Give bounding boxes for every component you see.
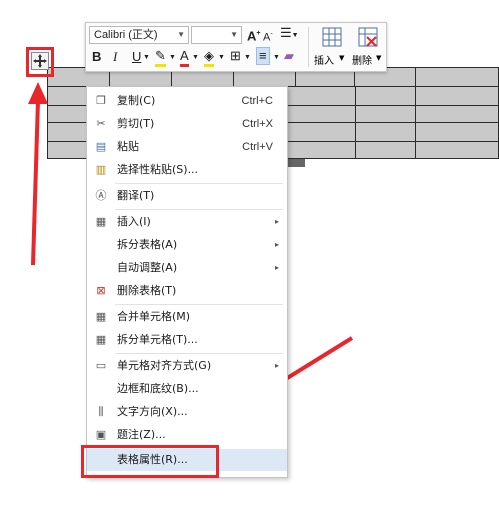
bold-button[interactable]: B (92, 49, 101, 65)
menu-item-paste[interactable]: ▤ 粘贴 Ctrl+V (87, 136, 287, 158)
line-spacing-button[interactable]: ☰▼ (280, 25, 299, 44)
table-insert-icon: ▦ (95, 215, 107, 228)
menu-separator (115, 209, 283, 210)
context-menu: ❐ 复制(C) Ctrl+C ✂ 剪切(T) Ctrl+X ▤ 粘贴 Ctrl+… (86, 86, 288, 478)
chevron-down-icon[interactable]: ▼ (192, 50, 199, 66)
mini-toolbar: Calibri (正文) ▼ ▼ A+ A- ☰▼ B I U ▼ ✎ ▼ A … (85, 22, 387, 72)
merge-cells-icon: ▦ (95, 310, 107, 323)
submenu-arrow-icon: ▸ (274, 361, 279, 370)
chevron-down-icon[interactable]: ▼ (244, 50, 251, 66)
chevron-down-icon: ▼ (230, 30, 238, 39)
highlight-pen-icon[interactable]: ✎ (155, 48, 166, 67)
delete-table-icon: ⊠ (96, 284, 106, 297)
insert-button[interactable]: 插入 ▼ (314, 25, 350, 69)
italic-button[interactable]: I (113, 49, 117, 65)
chevron-down-icon: ▼ (376, 54, 382, 62)
paste-special-icon: ▥ (95, 163, 107, 176)
highlight-box-table-properties (81, 445, 219, 478)
chevron-down-icon: ▼ (177, 30, 185, 39)
borders-icon[interactable]: ⊞ (230, 48, 241, 64)
menu-item-copy[interactable]: ❐ 复制(C) Ctrl+C (87, 90, 287, 112)
clipboard-icon: ▤ (95, 140, 107, 153)
underline-button[interactable]: U (132, 49, 141, 65)
cell-alignment-icon: ▭ (95, 359, 107, 372)
menu-item-autofit[interactable]: 自动调整(A) ▸ (87, 257, 287, 279)
submenu-arrow-icon: ▸ (274, 263, 279, 272)
text-direction-icon: ⫼ (98, 405, 104, 418)
toolbar-divider (308, 27, 309, 67)
submenu-arrow-icon: ▸ (274, 217, 279, 226)
chevron-down-icon[interactable]: ▼ (218, 50, 225, 66)
eraser-icon[interactable]: ▰ (284, 48, 294, 64)
menu-item-delete-table[interactable]: ⊠ 删除表格(T) (87, 280, 287, 302)
submenu-arrow-icon: ▸ (274, 240, 279, 249)
menu-separator (115, 353, 283, 354)
menu-item-cut[interactable]: ✂ 剪切(T) Ctrl+X (87, 113, 287, 135)
delete-label: 删除 (352, 56, 372, 67)
insert-table-icon (322, 27, 342, 47)
translate-icon: Ⓐ (95, 189, 107, 202)
menu-item-merge-cells[interactable]: ▦ 合并单元格(M) (87, 306, 287, 328)
delete-table-icon (358, 27, 378, 47)
shrink-font-button[interactable]: A- (263, 27, 273, 46)
menu-separator (115, 304, 283, 305)
chevron-down-icon[interactable]: ▼ (273, 50, 280, 66)
font-name-value: Calibri (正文) (94, 29, 158, 41)
menu-item-split-cells[interactable]: ▦ 拆分单元格(T)... (87, 329, 287, 351)
menu-item-insert[interactable]: ▦ 插入(I) ▸ (87, 211, 287, 233)
copy-icon: ❐ (96, 94, 106, 107)
chevron-down-icon: ▼ (339, 54, 345, 62)
align-button[interactable]: ≡ (256, 47, 270, 65)
menu-item-cell-alignment[interactable]: ▭ 单元格对齐方式(G) ▸ (87, 355, 287, 377)
menu-item-borders-shading[interactable]: 边框和底纹(B)... (87, 378, 287, 400)
font-color-button[interactable]: A (180, 48, 189, 67)
menu-item-split-table[interactable]: 拆分表格(A) ▸ (87, 234, 287, 256)
menu-item-caption[interactable]: ▣ 题注(Z)... (87, 424, 287, 446)
delete-button[interactable]: 删除 ▼ (352, 25, 386, 69)
menu-item-text-direction[interactable]: ⫼ 文字方向(X)... (87, 401, 287, 423)
scissors-icon: ✂ (96, 117, 106, 130)
font-size-select[interactable]: ▼ (191, 26, 242, 44)
insert-label: 插入 (314, 56, 334, 67)
split-cells-icon: ▦ (95, 333, 107, 346)
chevron-down-icon[interactable]: ▼ (169, 50, 176, 66)
font-name-select[interactable]: Calibri (正文) ▼ (89, 26, 189, 44)
shading-bucket-icon[interactable]: ◈ (204, 48, 214, 67)
menu-item-translate[interactable]: Ⓐ 翻译(T) (87, 185, 287, 207)
grow-font-button[interactable]: A+ (247, 26, 260, 44)
chevron-down-icon[interactable]: ▼ (143, 50, 150, 66)
menu-separator (115, 183, 283, 184)
caption-icon: ▣ (95, 428, 107, 441)
menu-item-paste-special[interactable]: ▥ 选择性粘贴(S)... (87, 159, 287, 181)
